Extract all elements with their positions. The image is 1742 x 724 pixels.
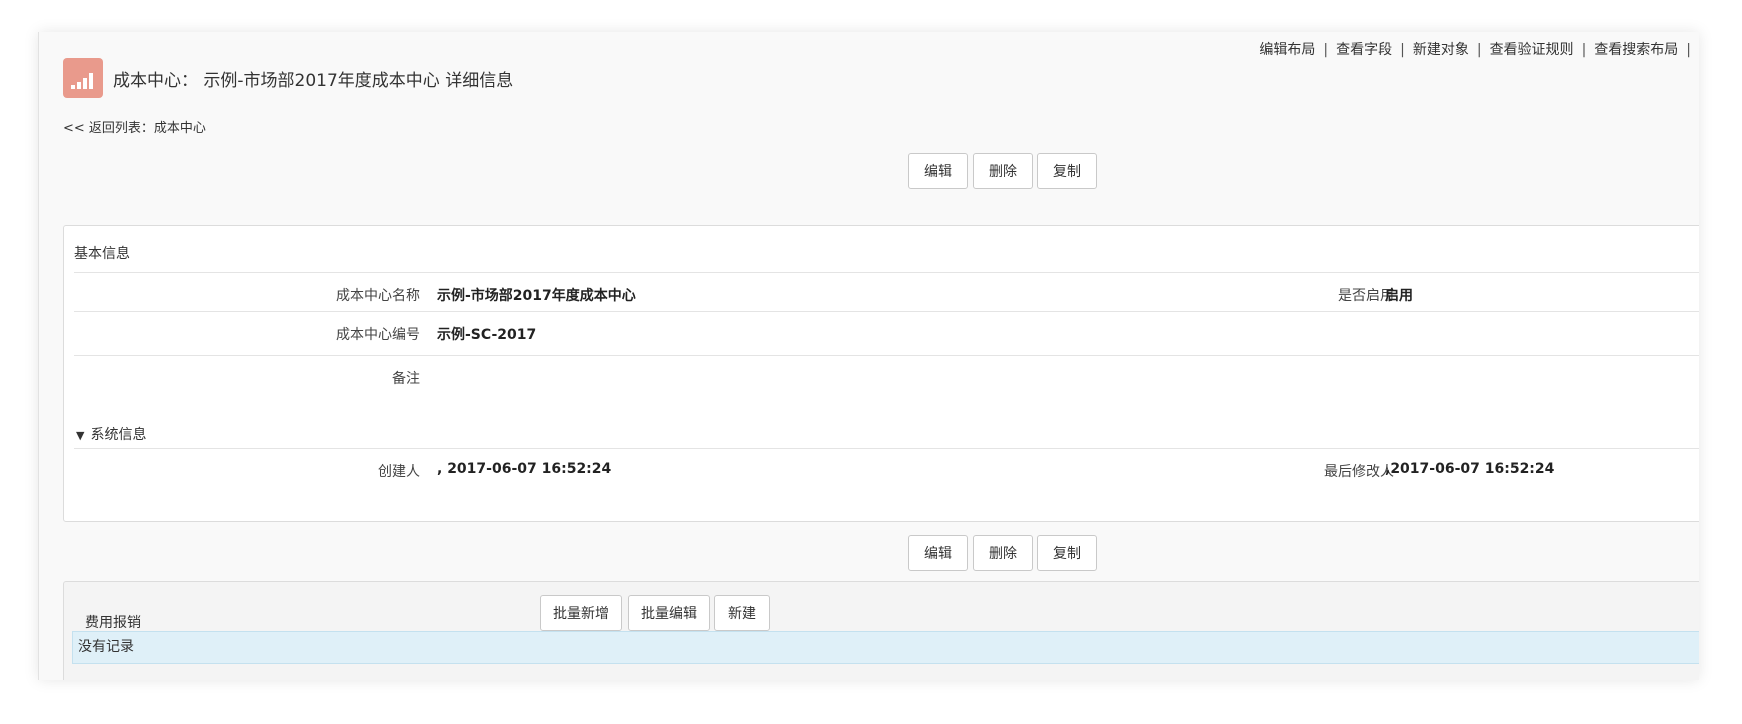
object-name: 成本中心：	[113, 70, 198, 91]
cost-center-code-value: 示例-SC-2017	[437, 327, 537, 343]
triangle-down-icon: ▼	[76, 429, 85, 442]
detail-page: 编辑布局 | 查看字段 | 新建对象 | 查看验证规则 | 查看搜索布局 | 成本中心： 示例-市…	[38, 32, 1699, 680]
divider	[74, 311, 1699, 312]
system-info-title: 系统信息	[90, 427, 147, 443]
new-button[interactable]: 新建	[714, 595, 770, 631]
copy-button[interactable]: 复制	[1037, 153, 1097, 189]
divider	[74, 272, 1699, 273]
basic-info-title: 基本信息	[74, 246, 130, 262]
cost-center-code-label: 成本中心编号	[336, 327, 420, 343]
view-search-layout-link[interactable]: 查看搜索布局	[1594, 42, 1678, 58]
divider	[74, 355, 1699, 356]
last-modifier-value: ,2017-06-07 16:52:24	[1385, 461, 1555, 477]
no-records-row: 没有记录	[72, 631, 1699, 664]
title-suffix: 详细信息	[445, 70, 514, 91]
view-fields-link[interactable]: 查看字段	[1336, 42, 1392, 58]
cost-center-name-value: 示例-市场部2017年度成本中心	[437, 288, 636, 304]
delete-button-bottom[interactable]: 删除	[973, 535, 1033, 571]
edit-button-bottom[interactable]: 编辑	[908, 535, 968, 571]
last-modifier-label: 最后修改人	[1324, 464, 1394, 480]
divider	[74, 448, 1699, 449]
enabled-value: 启用	[1385, 288, 1413, 304]
page-title: 成本中心： 示例-市场部2017年度成本中心 详细信息	[113, 66, 513, 91]
creator-label: 创建人	[378, 464, 420, 480]
creator-value: , 2017-06-07 16:52:24	[437, 461, 612, 477]
detail-panel: 基本信息 成本中心名称 示例-市场部2017年度成本中心 是否启用 启用 成本中…	[63, 225, 1699, 522]
record-name: 示例-市场部2017年度成本中心	[203, 70, 440, 91]
signal-bars-icon	[63, 58, 103, 98]
cost-center-name-label: 成本中心名称	[336, 288, 420, 304]
batch-edit-button[interactable]: 批量编辑	[628, 595, 710, 631]
page-header: 成本中心： 示例-市场部2017年度成本中心 详细信息	[63, 58, 513, 98]
copy-button-bottom[interactable]: 复制	[1037, 535, 1097, 571]
edit-button[interactable]: 编辑	[908, 153, 968, 189]
top-links: 编辑布局 | 查看字段 | 新建对象 | 查看验证规则 | 查看搜索布局 |	[1259, 42, 1691, 58]
back-to-list-link[interactable]: << 返回列表：成本中心	[63, 117, 206, 136]
view-validation-rules-link[interactable]: 查看验证规则	[1490, 42, 1574, 58]
edit-layout-link[interactable]: 编辑布局	[1259, 42, 1315, 58]
remark-label: 备注	[392, 371, 420, 387]
related-list-title: 费用报销	[85, 615, 141, 631]
batch-add-button[interactable]: 批量新增	[540, 595, 622, 631]
related-list-expense: 费用报销 批量新增 批量编辑 新建 没有记录	[63, 581, 1699, 680]
system-info-toggle[interactable]: ▼ 系统信息	[76, 424, 146, 444]
delete-button[interactable]: 删除	[973, 153, 1033, 189]
new-object-link[interactable]: 新建对象	[1413, 42, 1469, 58]
